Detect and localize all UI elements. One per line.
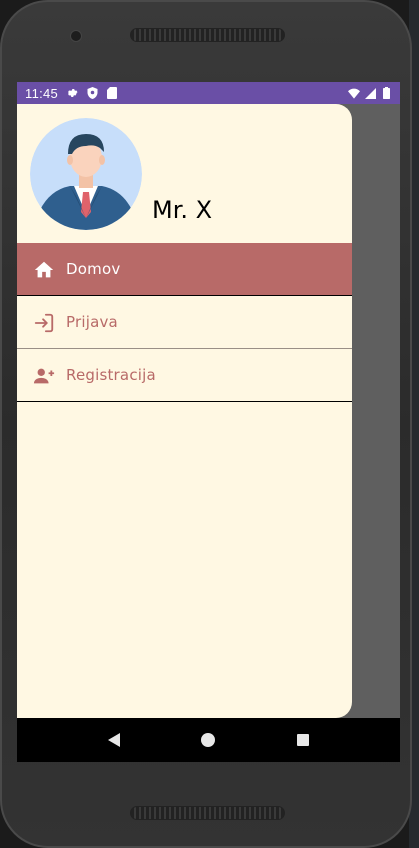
add-user-icon <box>33 365 55 387</box>
device-screen: 11:45 Mr. X Domov Prijava Registracija <box>17 82 400 762</box>
battery-icon <box>380 87 392 99</box>
drawer-item-label: Registracija <box>66 366 156 384</box>
home-icon <box>33 259 55 281</box>
status-bar: 11:45 <box>17 82 400 104</box>
wifi-icon <box>348 87 360 99</box>
sd-card-icon <box>106 87 118 99</box>
settings-icon <box>66 87 78 99</box>
back-icon[interactable] <box>104 730 124 750</box>
drawer-item-prijava[interactable]: Prijava <box>17 296 352 349</box>
system-navigation-bar <box>17 718 400 762</box>
drawer-item-domov[interactable]: Domov <box>17 243 352 296</box>
bottom-speaker <box>130 806 285 820</box>
user-name: Mr. X <box>152 196 213 224</box>
top-speaker <box>130 28 285 42</box>
drawer-header: Mr. X <box>17 104 352 243</box>
avatar[interactable] <box>30 118 142 230</box>
home-circle-icon[interactable] <box>198 730 218 750</box>
businessman-avatar-icon <box>30 118 142 230</box>
drawer-item-registracija[interactable]: Registracija <box>17 349 352 402</box>
login-icon <box>33 312 55 334</box>
drawer-item-label: Domov <box>66 260 121 278</box>
signal-icon <box>364 87 376 99</box>
front-camera <box>70 30 82 42</box>
navigation-drawer: Mr. X Domov Prijava Registracija <box>17 104 352 718</box>
recents-icon[interactable] <box>293 730 313 750</box>
phone-frame: 11:45 Mr. X Domov Prijava Registracija <box>0 0 412 848</box>
shield-icon <box>86 87 98 99</box>
drawer-item-label: Prijava <box>66 313 118 331</box>
status-time: 11:45 <box>25 85 59 101</box>
app-content-scrim[interactable]: Mr. X Domov Prijava Registracija <box>17 104 400 718</box>
